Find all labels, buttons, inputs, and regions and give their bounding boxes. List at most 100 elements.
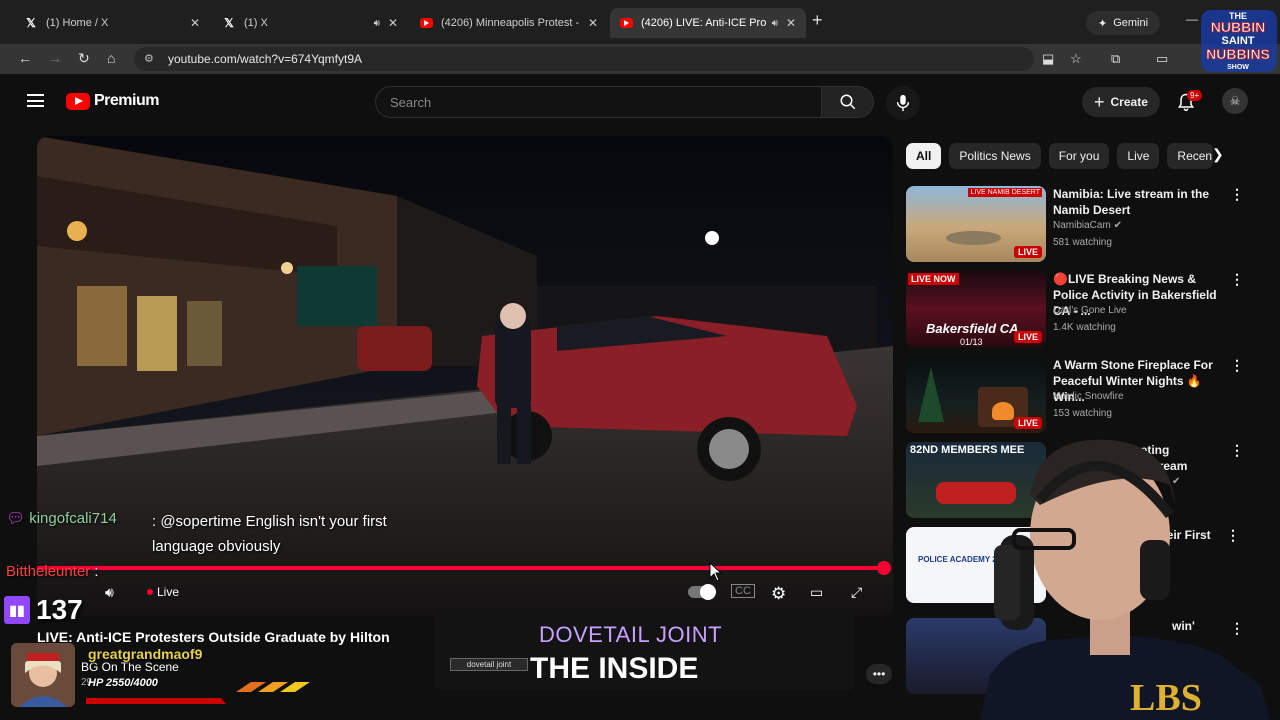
new-tab-button[interactable]: +: [812, 10, 823, 31]
side-panel-icon[interactable]: ▭: [1156, 51, 1168, 67]
chip-all[interactable]: All: [906, 143, 942, 169]
tab-title: (4206) LIVE: Anti-ICE Protes: [641, 17, 766, 29]
microphone-icon: [896, 94, 910, 112]
notification-count-badge: 9+: [1187, 90, 1203, 101]
plus-icon: +: [1094, 91, 1105, 112]
video-thumbnail[interactable]: LIVE NAMIB DESERT LIVE: [906, 186, 1046, 262]
x-logo-icon: 𝕏: [26, 16, 36, 30]
chat-message-text: : @sopertime English isn't your first la…: [152, 513, 387, 555]
tab-close-icon[interactable]: ✕: [588, 16, 598, 30]
show-logo-line4: NUBBINS: [1206, 46, 1270, 62]
volume-icon[interactable]: 🔊︎: [105, 584, 114, 601]
extensions-icon[interactable]: ⧉: [1111, 51, 1120, 67]
show-logo-line2: NUBBIN: [1211, 19, 1265, 35]
chat-message: Bittheleunter :: [6, 563, 99, 580]
recommendation-title[interactable]: Namibia: Live stream in the Namib Desert: [1053, 186, 1221, 218]
voice-search-button[interactable]: [886, 86, 920, 120]
theater-mode-icon[interactable]: ▭: [810, 584, 823, 601]
video-thumbnail[interactable]: LIVE NOW Bakersfield CA 01/13 LIVE: [906, 271, 1046, 347]
recommendation-channel[interactable]: Dad's Gone Live: [1053, 305, 1127, 316]
tab-close-icon[interactable]: ✕: [190, 16, 200, 30]
create-button[interactable]: + Create: [1082, 87, 1160, 117]
chat-message-text: :: [94, 563, 99, 580]
menu-icon[interactable]: [27, 94, 44, 107]
show-logo-line5: SHOW: [1227, 64, 1249, 71]
create-label: Create: [1110, 95, 1148, 109]
chat-message: 💬︎ kingofcali714: [6, 509, 117, 527]
browser-tab-strip: 𝕏 (1) Home / X ✕ 𝕏 (1) X 🔊︎ ✕ (4206) Min…: [0, 0, 1280, 44]
live-dot-icon: [147, 589, 153, 595]
video-thumbnail[interactable]: LIVE: [906, 357, 1046, 433]
progress-scrubber[interactable]: [877, 561, 891, 575]
chip-for-you[interactable]: For you: [1048, 143, 1110, 169]
logo-text: Premium: [94, 92, 159, 109]
follower-avatar: [11, 643, 75, 707]
svg-text:LBS: LBS: [1130, 677, 1202, 719]
search-placeholder: Search: [390, 94, 432, 110]
recommendation-item[interactable]: LIVE NOW Bakersfield CA 01/13 LIVE 🔴LIVE…: [906, 271, 1246, 347]
browser-tab-x[interactable]: 𝕏 (1) X 🔊︎ ✕: [212, 8, 408, 38]
recommendation-item[interactable]: LIVE NAMIB DESERT LIVE Namibia: Live str…: [906, 186, 1246, 262]
autoplay-toggle[interactable]: [688, 584, 716, 600]
filter-chips: All Politics News For you Live Recen: [906, 143, 1214, 169]
reload-icon[interactable]: ↻: [78, 50, 90, 67]
kebab-menu-icon[interactable]: ⋮: [1230, 186, 1244, 203]
viewer-count: 137: [36, 594, 83, 625]
chip-recent[interactable]: Recen: [1167, 143, 1214, 169]
show-logo: THE NUBBIN SAINT NUBBINS SHOW: [1201, 10, 1277, 72]
speaker-icon[interactable]: 🔊︎: [772, 18, 778, 29]
kebab-menu-icon[interactable]: ⋮: [1230, 357, 1244, 374]
search-button[interactable]: [822, 86, 874, 118]
live-badge: LIVE: [1013, 246, 1042, 258]
channel-name[interactable]: BG On The Scene: [81, 660, 179, 674]
install-app-icon[interactable]: ⬓: [1042, 51, 1054, 67]
recommendation-channel[interactable]: NamibiaCam ✔: [1053, 220, 1122, 231]
youtube-premium-logo[interactable]: Premium: [66, 92, 159, 110]
captions-icon[interactable]: CC: [731, 584, 755, 598]
home-icon[interactable]: ⌂: [107, 50, 115, 66]
x-logo-icon: 𝕏: [224, 16, 234, 30]
tab-close-icon[interactable]: ✕: [388, 16, 398, 30]
browser-tab-home-x[interactable]: 𝕏 (1) Home / X ✕: [14, 8, 210, 38]
youtube-logo-icon: [66, 92, 90, 110]
tab-title: (1) Home / X: [46, 17, 109, 29]
bookmark-star-icon[interactable]: ☆: [1070, 51, 1082, 67]
speaker-icon[interactable]: 🔊︎: [374, 18, 380, 29]
site-info-icon[interactable]: ⚙: [144, 52, 158, 66]
chips-next-chevron-icon[interactable]: ❯: [1212, 146, 1224, 163]
chip-live[interactable]: Live: [1117, 143, 1160, 169]
more-actions-button[interactable]: •••: [866, 664, 892, 684]
thumb-date: 01/13: [960, 337, 983, 347]
progress-bar[interactable]: [37, 566, 885, 570]
sparkle-icon: ✦: [1098, 17, 1108, 30]
follower-name: greatgrandmaof9: [88, 646, 203, 662]
screen-root: { "browser": { "tabs": [ {"title": "(1) …: [0, 0, 1280, 720]
live-indicator[interactable]: Live: [147, 585, 179, 599]
gemini-label: Gemini: [1113, 17, 1149, 29]
fullscreen-icon[interactable]: ⤢: [851, 584, 862, 601]
tab-close-icon[interactable]: ✕: [786, 16, 796, 30]
back-icon[interactable]: ←: [18, 50, 32, 66]
chat-badge-icon: 💬︎: [6, 510, 26, 527]
youtube-icon: [420, 18, 433, 28]
thumb-top-label: LIVE NAMIB DESERT: [968, 188, 1042, 197]
browser-tab-live-anti-ice[interactable]: (4206) LIVE: Anti-ICE Protes 🔊︎ ✕: [610, 8, 806, 38]
follower-avatar-image: [11, 643, 75, 707]
chip-politics-news[interactable]: Politics News: [949, 143, 1041, 169]
recommendation-item[interactable]: LIVE A Warm Stone Fireplace For Peaceful…: [906, 357, 1246, 433]
settings-gear-icon[interactable]: ⚙: [771, 584, 786, 604]
browser-tab-minneapolis[interactable]: (4206) Minneapolis Protest - Yo ✕: [410, 8, 608, 38]
browser-toolbar: ← → ↻ ⌂ ⚙ youtube.com/watch?v=674Yqmfyt9…: [0, 44, 1280, 74]
kebab-menu-icon[interactable]: ⋮: [1230, 271, 1244, 288]
notice-line1: DOVETAIL JOINT: [539, 622, 723, 647]
search-input[interactable]: Search: [375, 86, 822, 118]
streamer-webcam-overlay: LBS: [980, 439, 1270, 720]
viewer-counter: ▮▮ 137: [4, 594, 83, 626]
notice-line2: THE INSIDE: [530, 652, 699, 685]
forward-icon[interactable]: →: [48, 50, 62, 66]
account-avatar[interactable]: ☠: [1222, 88, 1248, 114]
thumb-caption: Bakersfield CA: [926, 321, 1019, 336]
recommendation-channel[interactable]: Nordic Snowfire: [1053, 391, 1124, 402]
gemini-button[interactable]: ✦ Gemini: [1086, 11, 1161, 35]
address-bar[interactable]: ⚙ youtube.com/watch?v=674Yqmfyt9A: [134, 47, 1034, 71]
